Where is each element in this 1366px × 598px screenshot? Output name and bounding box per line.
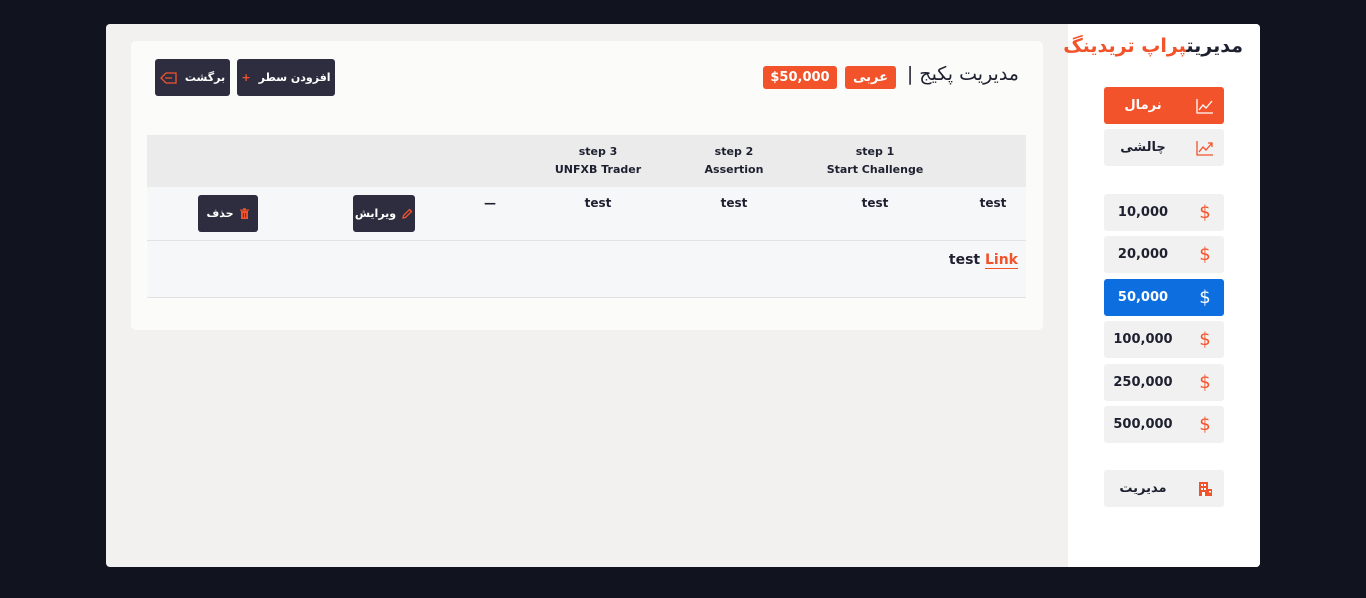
package-card: مدیریت پکیج | عربی $50,000 افزودن سطر + …: [131, 41, 1043, 330]
dollar-icon: $: [1199, 329, 1211, 350]
sidebar-item-label: مدیریت: [1119, 481, 1167, 496]
sidebar: مدیریتپراپ تریدینگ نرمال چالشی $ 10,000 …: [1063, 24, 1260, 567]
row-cell-step3: test: [584, 196, 612, 210]
balance-label: 50,000: [1117, 290, 1169, 305]
balance-label: 500,000: [1113, 417, 1173, 432]
chart-line-icon: [1194, 87, 1216, 124]
sidebar-item-label: نرمال: [1124, 98, 1162, 113]
back-label: برگشت: [184, 71, 226, 84]
balance-label: 20,000: [1117, 247, 1169, 262]
edit-button[interactable]: ویرایش: [353, 195, 415, 232]
row-name: test: [979, 196, 1007, 210]
app-window: مدیریت پکیج | عربی $50,000 افزودن سطر + …: [106, 24, 1260, 567]
table-row: test test test test — ویرایش حذف: [147, 187, 1026, 241]
row-cell-step2: test: [720, 196, 748, 210]
test-link[interactable]: Link: [985, 252, 1018, 269]
back-button[interactable]: برگشت: [155, 59, 230, 96]
balance-label: 250,000: [1113, 375, 1173, 390]
balance-label: 10,000: [1117, 205, 1169, 220]
dollar-icon: $: [1199, 244, 1211, 265]
exit-icon: [159, 71, 177, 84]
dollar-icon: $: [1199, 372, 1211, 393]
balance-250000[interactable]: $ 250,000: [1104, 364, 1224, 401]
column-header-step3: step 3 UNFXB Trader: [554, 145, 642, 176]
sidebar-item-manage[interactable]: مدیریت: [1104, 470, 1224, 507]
add-row-button[interactable]: افزودن سطر +: [237, 59, 335, 96]
brand-logo: مدیریتپراپ تریدینگ: [1063, 35, 1243, 57]
column-header-step2: step 2 Assertion: [704, 145, 764, 176]
dollar-icon: $: [1199, 202, 1211, 223]
building-icon: [1194, 470, 1216, 507]
edit-label: ویرایش: [354, 207, 397, 220]
balance-label: 100,000: [1113, 332, 1173, 347]
row-extra: —: [484, 196, 496, 210]
balance-50000[interactable]: $ 50,000: [1104, 279, 1224, 316]
balance-10000[interactable]: $ 10,000: [1104, 194, 1224, 231]
plus-icon: +: [241, 71, 251, 84]
link-row: test Link: [147, 241, 1026, 298]
link-row-label: test: [948, 252, 981, 268]
row-cell-step1: test: [861, 196, 889, 210]
chart-trend-icon: [1194, 129, 1216, 166]
add-row-label: افزودن سطر: [258, 71, 331, 84]
dollar-icon: $: [1199, 414, 1211, 435]
delete-button[interactable]: حذف: [198, 195, 258, 232]
link-row-text: test Link: [948, 252, 1018, 269]
delete-label: حذف: [206, 207, 234, 220]
dollar-icon: $: [1199, 287, 1211, 308]
sidebar-item-challenge[interactable]: چالشی: [1104, 129, 1224, 166]
sidebar-item-normal[interactable]: نرمال: [1104, 87, 1224, 124]
balance-500000[interactable]: $ 500,000: [1104, 406, 1224, 443]
page-title: مدیریت پکیج |: [906, 63, 1019, 85]
language-badge: عربی: [845, 66, 896, 89]
table-header: step 1 Start Challenge step 2 Assertion st…: [147, 135, 1026, 187]
trash-icon: [239, 207, 249, 219]
column-header-step1: step 1 Start Challenge: [826, 145, 924, 176]
balance-20000[interactable]: $ 20,000: [1104, 236, 1224, 273]
balance-100000[interactable]: $ 100,000: [1104, 321, 1224, 358]
sidebar-item-label: چالشی: [1120, 140, 1166, 155]
amount-badge: $50,000: [763, 66, 837, 89]
pencil-icon: [402, 208, 413, 219]
